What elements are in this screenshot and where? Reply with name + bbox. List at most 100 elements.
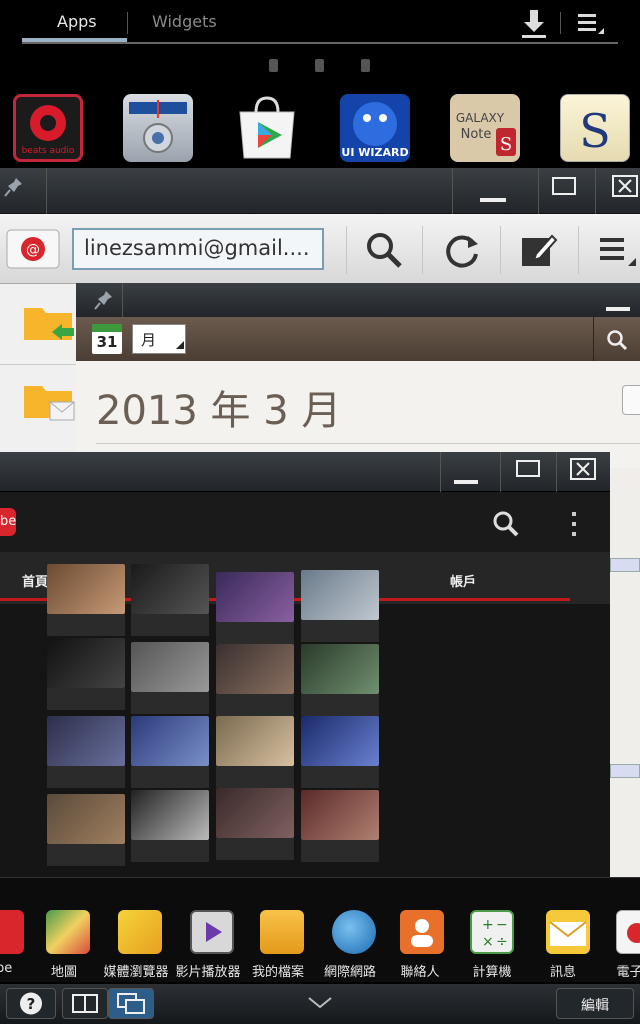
close-button[interactable] xyxy=(570,458,596,480)
svg-text:S: S xyxy=(579,104,611,158)
date-badge: 31 xyxy=(96,333,118,351)
maximize-button[interactable] xyxy=(552,177,576,195)
video-thumbnail[interactable] xyxy=(301,644,379,694)
video-thumbnail[interactable] xyxy=(47,716,125,766)
titlebar-divider xyxy=(122,283,123,317)
page-indicator-dot xyxy=(269,59,278,72)
dock-label: 媒體瀏覽器 xyxy=(103,965,169,980)
refresh-icon[interactable] xyxy=(442,230,482,270)
nav-account[interactable]: 帳戶 xyxy=(450,571,476,590)
inbox-folder-icon[interactable] xyxy=(22,300,76,346)
video-thumbnail[interactable] xyxy=(216,788,294,838)
maps-icon[interactable] xyxy=(46,910,90,954)
calendar-today-icon[interactable]: 31 xyxy=(92,324,122,354)
play-store-icon[interactable] xyxy=(232,94,302,162)
video-thumbnail[interactable] xyxy=(47,638,125,688)
globe-icon[interactable] xyxy=(332,910,376,954)
youtube-logo[interactable]: be xyxy=(0,508,16,536)
ui-wizard-icon[interactable]: UI WIZARD xyxy=(340,94,410,162)
search-icon[interactable] xyxy=(364,230,404,270)
youtube-window-titlebar[interactable] xyxy=(0,452,610,492)
video-icon[interactable] xyxy=(190,910,234,954)
youtube-window: be 首頁 瀏覽 帳戶 xyxy=(0,452,610,877)
svg-text:GALAXY: GALAXY xyxy=(456,111,505,125)
email-app-icon[interactable]: @ xyxy=(6,226,60,272)
galaxy-note-icon[interactable]: GALAXY Note S xyxy=(450,94,520,162)
youtube-icon[interactable] xyxy=(0,910,24,954)
dock-label: 地圖 xyxy=(50,965,77,980)
calendar-window-titlebar[interactable] xyxy=(76,283,640,317)
video-thumbnail[interactable] xyxy=(216,644,294,694)
email-menu-icon[interactable] xyxy=(598,230,638,270)
overflow-menu-icon[interactable] xyxy=(568,510,580,538)
video-caption xyxy=(47,844,125,866)
video-thumbnail[interactable] xyxy=(131,642,209,692)
video-thumbnail[interactable] xyxy=(131,564,209,614)
email-icon[interactable] xyxy=(616,910,640,954)
svg-text:@: @ xyxy=(26,242,40,258)
maximize-button[interactable] xyxy=(516,460,540,477)
outbox-folder-icon[interactable] xyxy=(22,378,76,424)
video-thumbnail[interactable] xyxy=(131,716,209,766)
account-selector[interactable]: linezsammi@gmail.... xyxy=(72,228,324,270)
search-icon[interactable] xyxy=(492,510,520,538)
video-caption xyxy=(47,766,125,788)
chevron-down-icon[interactable] xyxy=(305,994,335,1012)
message-icon[interactable] xyxy=(546,910,590,954)
calendar-search-icon[interactable] xyxy=(606,329,628,351)
dock-label: 電子郵 xyxy=(616,965,640,980)
download-icon[interactable] xyxy=(518,8,550,40)
video-thumbnail[interactable] xyxy=(131,790,209,840)
beats-audio-icon[interactable]: beats audio xyxy=(13,94,83,162)
video-thumbnail[interactable] xyxy=(47,794,125,844)
svg-text:+: + xyxy=(482,917,494,933)
folder-icon[interactable] xyxy=(260,910,304,954)
compose-icon[interactable] xyxy=(518,230,558,270)
video-caption xyxy=(216,766,294,788)
tab-widgets[interactable]: Widgets xyxy=(152,12,217,31)
gallery-icon[interactable] xyxy=(118,910,162,954)
multi-window-button[interactable] xyxy=(108,988,154,1019)
calculator-icon[interactable]: + − × ÷ xyxy=(470,910,514,954)
video-caption xyxy=(301,620,379,642)
tab-apps[interactable]: Apps xyxy=(57,12,97,31)
edit-button[interactable]: 編輯 xyxy=(556,988,634,1019)
contacts-icon[interactable] xyxy=(400,910,444,954)
page-indicator-dot xyxy=(315,59,324,72)
toolbar-divider xyxy=(500,226,501,274)
toolbar-divider xyxy=(578,226,579,274)
video-thumbnail[interactable] xyxy=(301,790,379,840)
video-caption xyxy=(301,840,379,862)
help-glyph: ? xyxy=(27,995,36,1013)
email-window-titlebar[interactable] xyxy=(0,168,640,214)
svg-text:Note: Note xyxy=(461,127,492,142)
today-button[interactable] xyxy=(622,385,640,415)
video-thumbnail[interactable] xyxy=(216,716,294,766)
close-button[interactable] xyxy=(612,175,638,197)
calendar-view-selector[interactable]: 月 xyxy=(132,324,186,354)
pin-icon[interactable] xyxy=(4,176,24,200)
dock-label: 影片播放器 xyxy=(175,965,241,980)
single-window-button[interactable] xyxy=(62,988,108,1019)
nav-home[interactable]: 首頁 xyxy=(22,571,48,590)
minimize-button[interactable] xyxy=(480,198,506,202)
titlebar-divider xyxy=(595,168,596,214)
radio-icon[interactable] xyxy=(123,94,193,162)
video-thumbnail[interactable] xyxy=(301,570,379,620)
minimize-button[interactable] xyxy=(606,307,630,311)
titlebar-divider xyxy=(500,452,501,492)
minimize-button[interactable] xyxy=(454,480,478,484)
menu-icon[interactable] xyxy=(576,10,606,38)
dock-label: 計算機 xyxy=(472,965,512,980)
svg-text:beats audio: beats audio xyxy=(22,146,75,156)
titlebar-divider xyxy=(440,452,441,492)
video-caption xyxy=(47,688,125,710)
ui-wizard-label: UI WIZARD xyxy=(341,146,408,159)
help-button[interactable]: ? xyxy=(6,988,56,1019)
pin-icon[interactable] xyxy=(94,289,114,313)
video-thumbnail[interactable] xyxy=(47,564,125,614)
video-thumbnail[interactable] xyxy=(216,572,294,622)
calendar-window: 31 月 2013 年 3 月 xyxy=(76,283,640,468)
video-thumbnail[interactable] xyxy=(301,716,379,766)
s-note-icon[interactable]: S xyxy=(560,94,630,162)
